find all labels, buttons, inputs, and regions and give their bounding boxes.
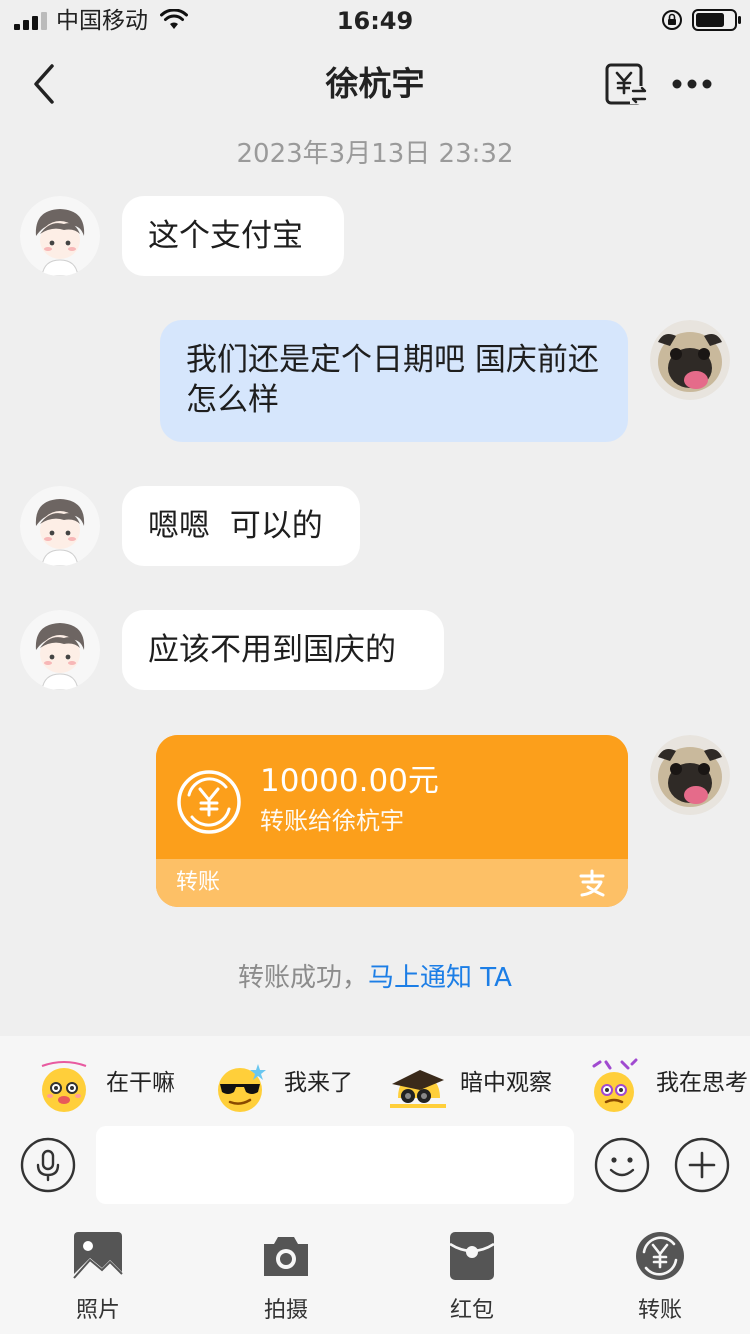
red-packet-icon: [449, 1232, 495, 1280]
notify-link[interactable]: 马上通知 TA: [368, 963, 512, 993]
voice-input-icon[interactable]: [20, 1137, 76, 1193]
plus-icon[interactable]: [674, 1137, 730, 1193]
chat-timestamp: 2023年3月13日 23:32: [236, 139, 514, 169]
message-text: 这个支付宝: [148, 218, 303, 254]
quick-reply-bar: 在干嘛 我来了 暗中观察 我在思考: [0, 1054, 750, 1116]
message-bubble[interactable]: 我们还是定个日期吧 国庆前还怎么样: [160, 320, 628, 442]
transfer-label: 转账: [176, 870, 221, 895]
transfer-card-footer: 转账: [156, 859, 628, 907]
message-text: 我们还是定个日期吧 国庆前还怎么样: [186, 342, 599, 418]
message-input[interactable]: [96, 1126, 574, 1204]
my-avatar[interactable]: [650, 735, 730, 815]
more-icon[interactable]: [670, 72, 714, 96]
toolbar-label: 拍摄: [263, 1298, 308, 1323]
quick-reply-label: 暗中观察: [460, 1070, 552, 1096]
status-time: 16:49: [336, 7, 414, 35]
emoji-icon[interactable]: [594, 1137, 650, 1193]
transfer-card[interactable]: 10000.00元 转账给徐杭宇 转账: [156, 735, 628, 907]
emoji-sunglasses-icon: [218, 1064, 266, 1112]
message-text: 嗯嗯 可以的: [148, 508, 323, 544]
my-avatar[interactable]: [650, 320, 730, 400]
battery-icon: [692, 9, 741, 31]
message-bubble[interactable]: 嗯嗯 可以的: [122, 486, 360, 566]
quick-reply-chip[interactable]: 在干嘛: [36, 1054, 186, 1116]
transfer-record-icon[interactable]: [604, 62, 648, 106]
toolbar-transfer-button[interactable]: 转账: [610, 1230, 710, 1326]
toolbar-label: 转账: [637, 1298, 682, 1323]
quick-reply-label: 我在思考: [656, 1070, 748, 1096]
status-bar: 中国移动 16:49: [0, 0, 750, 44]
emoji-thinking-icon: [592, 1058, 638, 1112]
orientation-lock-icon: [662, 10, 682, 30]
system-message: 转账成功，马上通知 TA: [0, 960, 750, 996]
quick-reply-label: 在干嘛: [106, 1070, 175, 1096]
message-bubble[interactable]: 应该不用到国庆的: [122, 610, 444, 690]
alipay-icon: [579, 869, 605, 897]
contact-avatar[interactable]: [20, 196, 100, 276]
photo-icon: [73, 1232, 123, 1280]
toolbar-photo-button[interactable]: 照片: [48, 1230, 148, 1326]
quick-reply-label: 我来了: [284, 1070, 353, 1096]
toolbar-label: 照片: [75, 1298, 120, 1323]
quick-reply-chip[interactable]: 暗中观察: [390, 1054, 560, 1116]
emoji-observe-icon: [390, 1070, 446, 1108]
transfer-yuan-icon: [177, 770, 241, 834]
toolbar-camera-button[interactable]: 拍摄: [236, 1230, 336, 1326]
transfer-description: 转账给徐杭宇: [260, 807, 404, 835]
transfer-card-body: 10000.00元 转账给徐杭宇: [156, 735, 628, 859]
system-message-text: 转账成功，: [238, 963, 369, 993]
transfer-icon: [636, 1232, 684, 1280]
toolbar-label: 红包: [449, 1298, 494, 1323]
toolbar-red-packet-button[interactable]: 红包: [422, 1230, 522, 1326]
quick-reply-chip[interactable]: 我来了: [214, 1054, 364, 1116]
message-bubble[interactable]: 这个支付宝: [122, 196, 344, 276]
camera-icon: [264, 1237, 308, 1276]
quick-reply-chip[interactable]: 我在思考: [586, 1054, 750, 1116]
message-text: 应该不用到国庆的: [148, 632, 396, 668]
transfer-amount: 10000.00元: [260, 763, 439, 799]
contact-avatar[interactable]: [20, 486, 100, 566]
contact-avatar[interactable]: [20, 610, 100, 690]
emoji-what-icon: [41, 1061, 87, 1112]
